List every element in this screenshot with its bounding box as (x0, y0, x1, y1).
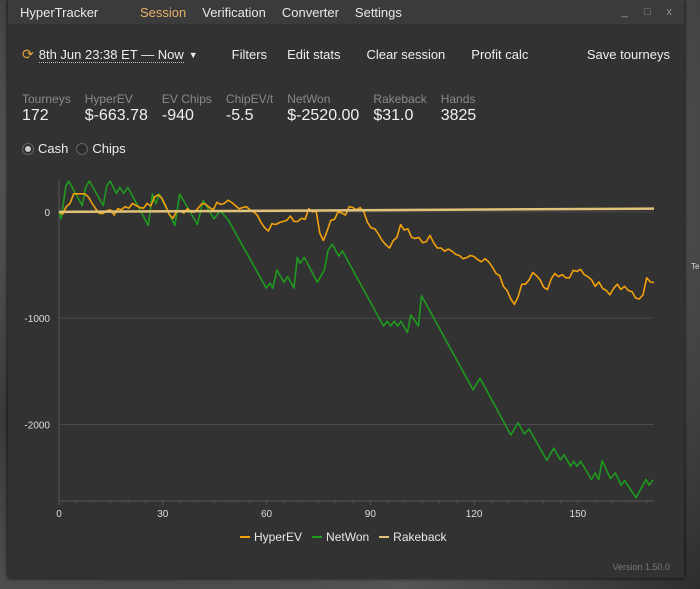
series-line-netwon (58, 180, 654, 499)
y-tick-label: -2000 (24, 420, 50, 431)
x-tick-label: 120 (466, 509, 483, 520)
x-tick-label: 150 (570, 509, 587, 520)
session-chart: 0 -1000 -2000 0 30 60 90 120 150 (24, 180, 655, 520)
y-tick-label: -1000 (24, 314, 50, 325)
x-tick-label: 0 (56, 509, 62, 520)
y-tick-label: 0 (44, 208, 50, 219)
x-tick-label: 30 (157, 509, 169, 520)
x-tick-label: 90 (365, 509, 377, 520)
x-tick-label: 60 (261, 509, 273, 520)
